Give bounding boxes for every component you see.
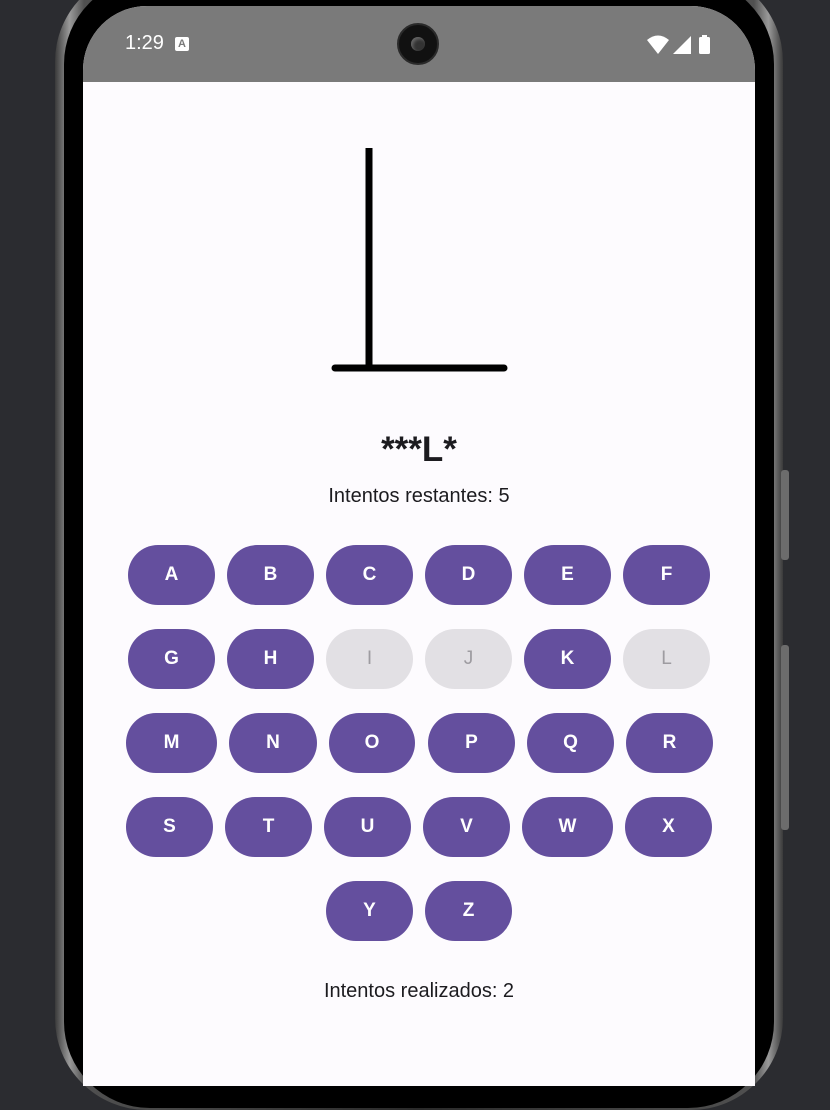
app-screen: 1:29 A ***L* Intentos restantes: 5 ABCDE… xyxy=(83,6,755,1086)
key-v[interactable]: V xyxy=(423,797,510,857)
key-p[interactable]: P xyxy=(428,713,515,773)
status-icons xyxy=(647,35,710,54)
wifi-icon xyxy=(647,35,669,54)
key-u[interactable]: U xyxy=(324,797,411,857)
key-f[interactable]: F xyxy=(623,545,710,605)
front-camera xyxy=(397,23,439,65)
volume-button xyxy=(781,470,789,560)
key-j: J xyxy=(425,629,512,689)
key-y[interactable]: Y xyxy=(326,881,413,941)
key-n[interactable]: N xyxy=(229,713,317,773)
battery-icon xyxy=(699,37,710,54)
attempts-made: Intentos realizados: 2 xyxy=(323,980,515,1002)
masked-word: ***L* xyxy=(381,430,457,469)
key-l: L xyxy=(623,629,710,689)
key-e[interactable]: E xyxy=(524,545,611,605)
key-k[interactable]: K xyxy=(524,629,611,689)
remaining-attempts: Intentos restantes: 5 xyxy=(328,485,510,507)
signal-icon xyxy=(673,36,691,54)
status-time: 1:29 xyxy=(125,32,164,54)
key-b[interactable]: B xyxy=(227,545,314,605)
key-m[interactable]: M xyxy=(126,713,217,773)
key-x[interactable]: X xyxy=(625,797,712,857)
key-r[interactable]: R xyxy=(626,713,713,773)
key-t[interactable]: T xyxy=(225,797,312,857)
key-a[interactable]: A xyxy=(128,545,215,605)
key-d[interactable]: D xyxy=(425,545,512,605)
key-g[interactable]: G xyxy=(128,629,215,689)
key-h[interactable]: H xyxy=(227,629,314,689)
a-icon: A xyxy=(175,37,189,51)
key-q[interactable]: Q xyxy=(527,713,614,773)
key-i: I xyxy=(326,629,413,689)
key-w[interactable]: W xyxy=(522,797,613,857)
power-button xyxy=(781,645,789,830)
hangman-drawing xyxy=(331,148,508,372)
key-o[interactable]: O xyxy=(329,713,415,773)
key-s[interactable]: S xyxy=(126,797,213,857)
key-z[interactable]: Z xyxy=(425,881,512,941)
status-bar: 1:29 A xyxy=(83,6,755,82)
key-c[interactable]: C xyxy=(326,545,413,605)
